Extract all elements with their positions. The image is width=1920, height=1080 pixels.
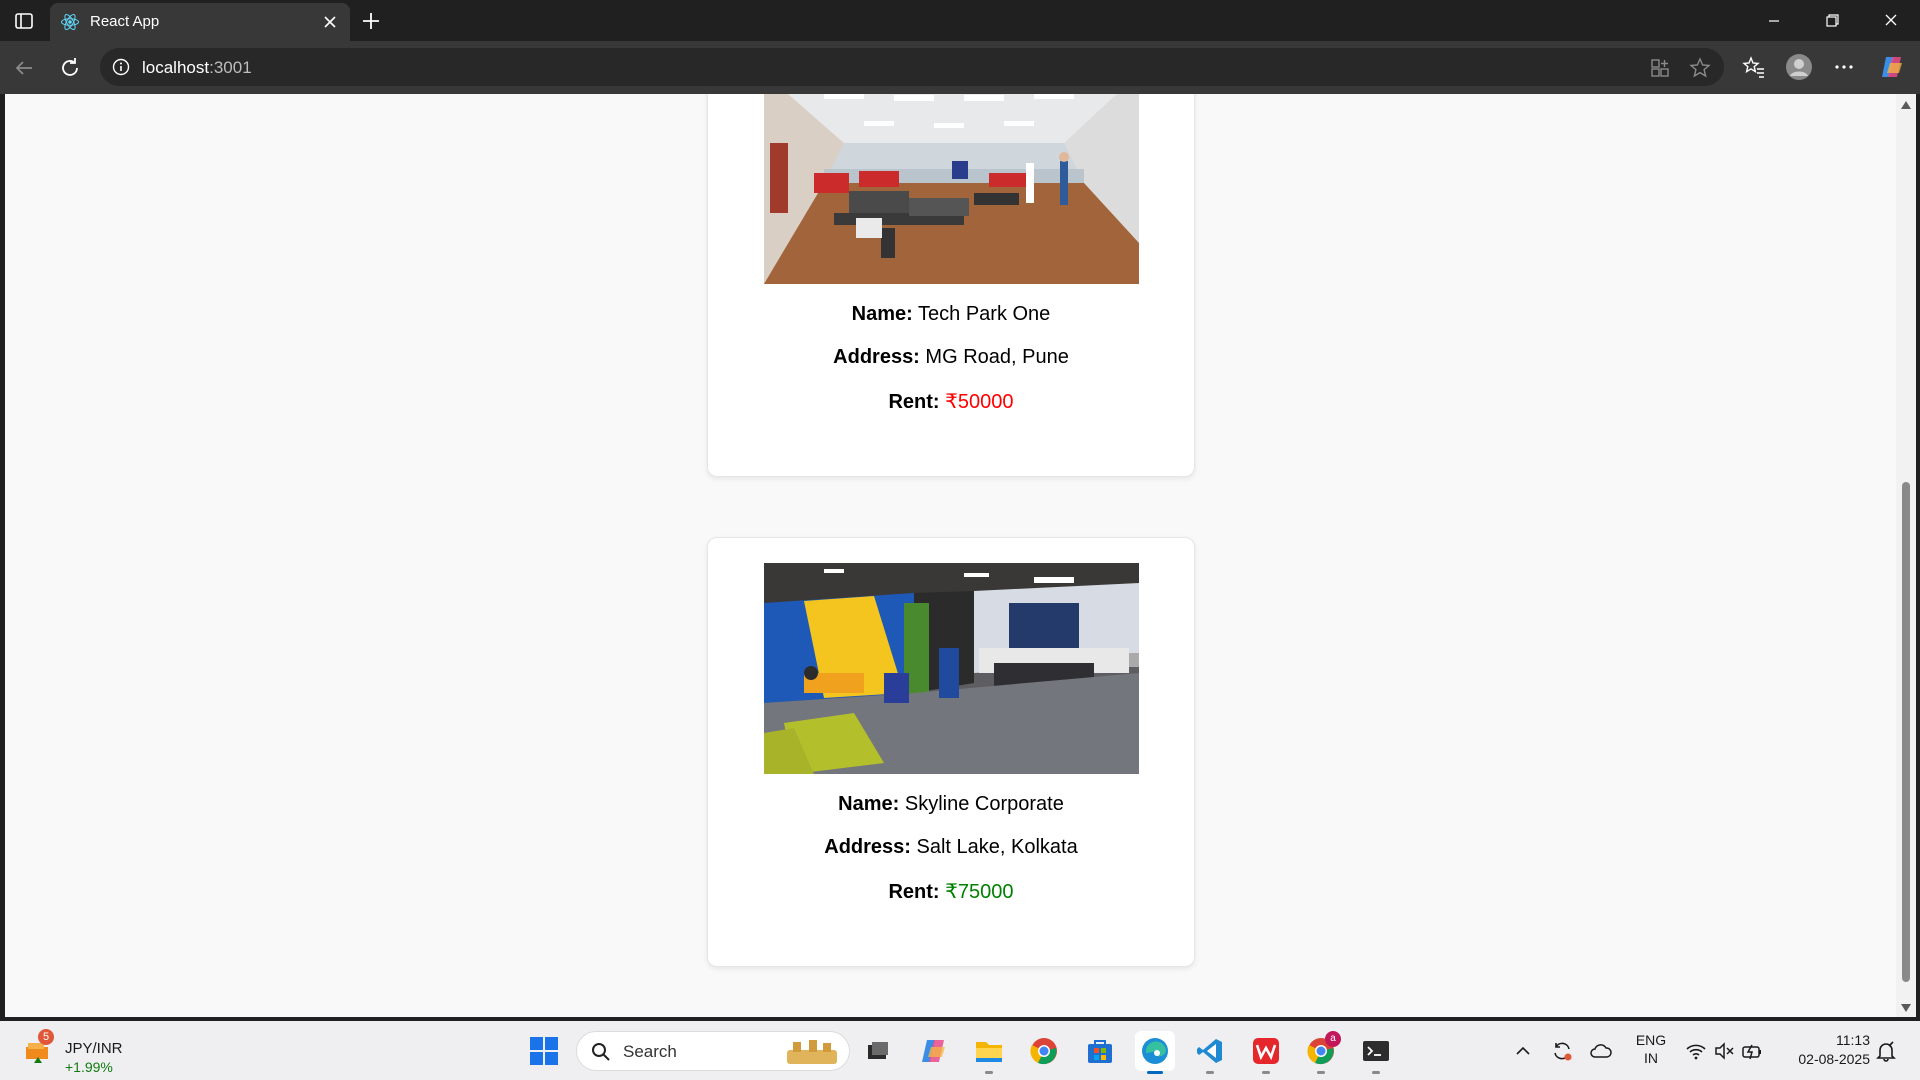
property-card: Name: Skyline Corporate Address: Salt La… bbox=[707, 537, 1195, 967]
vscode-icon[interactable] bbox=[1190, 1031, 1230, 1074]
browser-titlebar: React App bbox=[0, 0, 1920, 41]
url-host: localhost bbox=[142, 58, 210, 77]
address-bar[interactable]: localhost:3001 bbox=[100, 48, 1724, 86]
property-address: Address: MG Road, Pune bbox=[833, 346, 1069, 368]
onedrive-cloud-icon[interactable] bbox=[1589, 1039, 1613, 1063]
running-indicator bbox=[1262, 1071, 1270, 1074]
favorites-icon[interactable] bbox=[1740, 53, 1768, 81]
sync-icon[interactable] bbox=[1550, 1039, 1574, 1063]
close-window-icon[interactable] bbox=[1862, 0, 1920, 41]
property-image-office bbox=[764, 563, 1139, 774]
new-tab-icon[interactable] bbox=[358, 8, 384, 34]
favorite-star-icon[interactable] bbox=[1688, 56, 1712, 80]
windows-logo-icon bbox=[530, 1037, 558, 1065]
copilot-icon[interactable] bbox=[1878, 53, 1906, 81]
url-text[interactable]: localhost:3001 bbox=[142, 58, 252, 78]
running-indicator bbox=[985, 1071, 993, 1074]
tab-title: React App bbox=[90, 13, 160, 30]
search-label: Search bbox=[623, 1042, 677, 1061]
rent-value: ₹50000 bbox=[945, 391, 1014, 413]
notification-bell-icon[interactable] bbox=[1874, 1039, 1898, 1063]
scroll-up-arrow-icon[interactable] bbox=[1900, 98, 1912, 110]
active-indicator bbox=[1147, 1071, 1163, 1074]
edge-icon[interactable] bbox=[1135, 1031, 1175, 1074]
url-port: :3001 bbox=[209, 58, 252, 77]
lang-line1: ENG bbox=[1635, 1032, 1667, 1048]
app-available-icon[interactable] bbox=[1648, 56, 1672, 80]
property-rent: Rent: ₹75000 bbox=[888, 881, 1014, 903]
clock-date: 02-08-2025 bbox=[1798, 1051, 1870, 1067]
browser-toolbar: localhost:3001 bbox=[0, 41, 1920, 94]
wifi-icon[interactable] bbox=[1684, 1039, 1708, 1063]
profile-avatar[interactable] bbox=[1785, 53, 1813, 81]
chrome-profile-icon[interactable]: a bbox=[1301, 1031, 1341, 1074]
widget-badge: 5 bbox=[38, 1029, 54, 1045]
system-clock[interactable]: 11:13 02-08-2025 bbox=[1778, 1031, 1870, 1069]
start-button[interactable] bbox=[524, 1031, 564, 1071]
tab-actions-icon[interactable] bbox=[12, 9, 36, 33]
search-highlight-icon bbox=[783, 1038, 841, 1066]
property-address: Address: Salt Lake, Kolkata bbox=[824, 836, 1078, 858]
site-info-icon[interactable] bbox=[112, 58, 130, 76]
property-card: Name: Tech Park One Address: MG Road, Pu… bbox=[707, 94, 1195, 477]
lang-line2: IN bbox=[1644, 1050, 1658, 1066]
property-name: Name: Skyline Corporate bbox=[838, 793, 1064, 815]
battery-charging-icon[interactable] bbox=[1740, 1039, 1764, 1063]
terminal-icon[interactable] bbox=[1356, 1031, 1396, 1074]
property-image-office bbox=[764, 94, 1139, 284]
windows-taskbar: 5 JPY/INR +1.99% Search a ENG IN 11:13 0… bbox=[0, 1021, 1920, 1080]
scrollbar-thumb[interactable] bbox=[1902, 482, 1910, 982]
scroll-down-arrow-icon[interactable] bbox=[1900, 1001, 1912, 1013]
running-indicator bbox=[1206, 1071, 1214, 1074]
rent-value: ₹75000 bbox=[945, 881, 1014, 903]
speaker-muted-icon[interactable] bbox=[1712, 1039, 1736, 1063]
react-logo-icon bbox=[60, 12, 80, 32]
tab-react-app[interactable]: React App bbox=[50, 3, 350, 41]
taskbar-search[interactable]: Search bbox=[576, 1031, 850, 1071]
widget-change: +1.99% bbox=[65, 1059, 113, 1075]
property-name: Name: Tech Park One bbox=[851, 303, 1051, 325]
chrome-icon[interactable] bbox=[1024, 1031, 1064, 1071]
page-viewport: Name: Tech Park One Address: MG Road, Pu… bbox=[5, 94, 1896, 1017]
stock-widget[interactable]: 5 JPY/INR +1.99% bbox=[20, 1029, 130, 1075]
tab-close-icon[interactable] bbox=[320, 12, 340, 32]
back-arrow-icon[interactable] bbox=[10, 54, 38, 82]
restore-icon[interactable] bbox=[1803, 0, 1861, 41]
property-rent: Rent: ₹50000 bbox=[888, 391, 1014, 413]
copilot-icon[interactable] bbox=[914, 1031, 954, 1071]
refresh-icon[interactable] bbox=[56, 54, 84, 82]
wps-office-icon[interactable] bbox=[1246, 1031, 1286, 1074]
page-scrollbar[interactable] bbox=[1896, 94, 1916, 1017]
profile-badge: a bbox=[1325, 1031, 1341, 1047]
running-indicator bbox=[1317, 1071, 1325, 1074]
microsoft-store-icon[interactable] bbox=[1080, 1031, 1120, 1071]
file-explorer-icon[interactable] bbox=[969, 1031, 1009, 1074]
running-indicator bbox=[1372, 1071, 1380, 1074]
minimize-icon[interactable] bbox=[1745, 0, 1803, 41]
input-language[interactable]: ENG IN bbox=[1633, 1031, 1669, 1067]
clock-time: 11:13 bbox=[1836, 1032, 1870, 1048]
widget-label: JPY/INR bbox=[65, 1040, 123, 1057]
window-border bbox=[1916, 94, 1920, 1017]
task-view-icon[interactable] bbox=[858, 1031, 898, 1071]
show-hidden-icons-chevron-icon[interactable] bbox=[1511, 1039, 1535, 1063]
search-icon bbox=[591, 1042, 611, 1062]
more-options-icon[interactable] bbox=[1830, 53, 1858, 81]
